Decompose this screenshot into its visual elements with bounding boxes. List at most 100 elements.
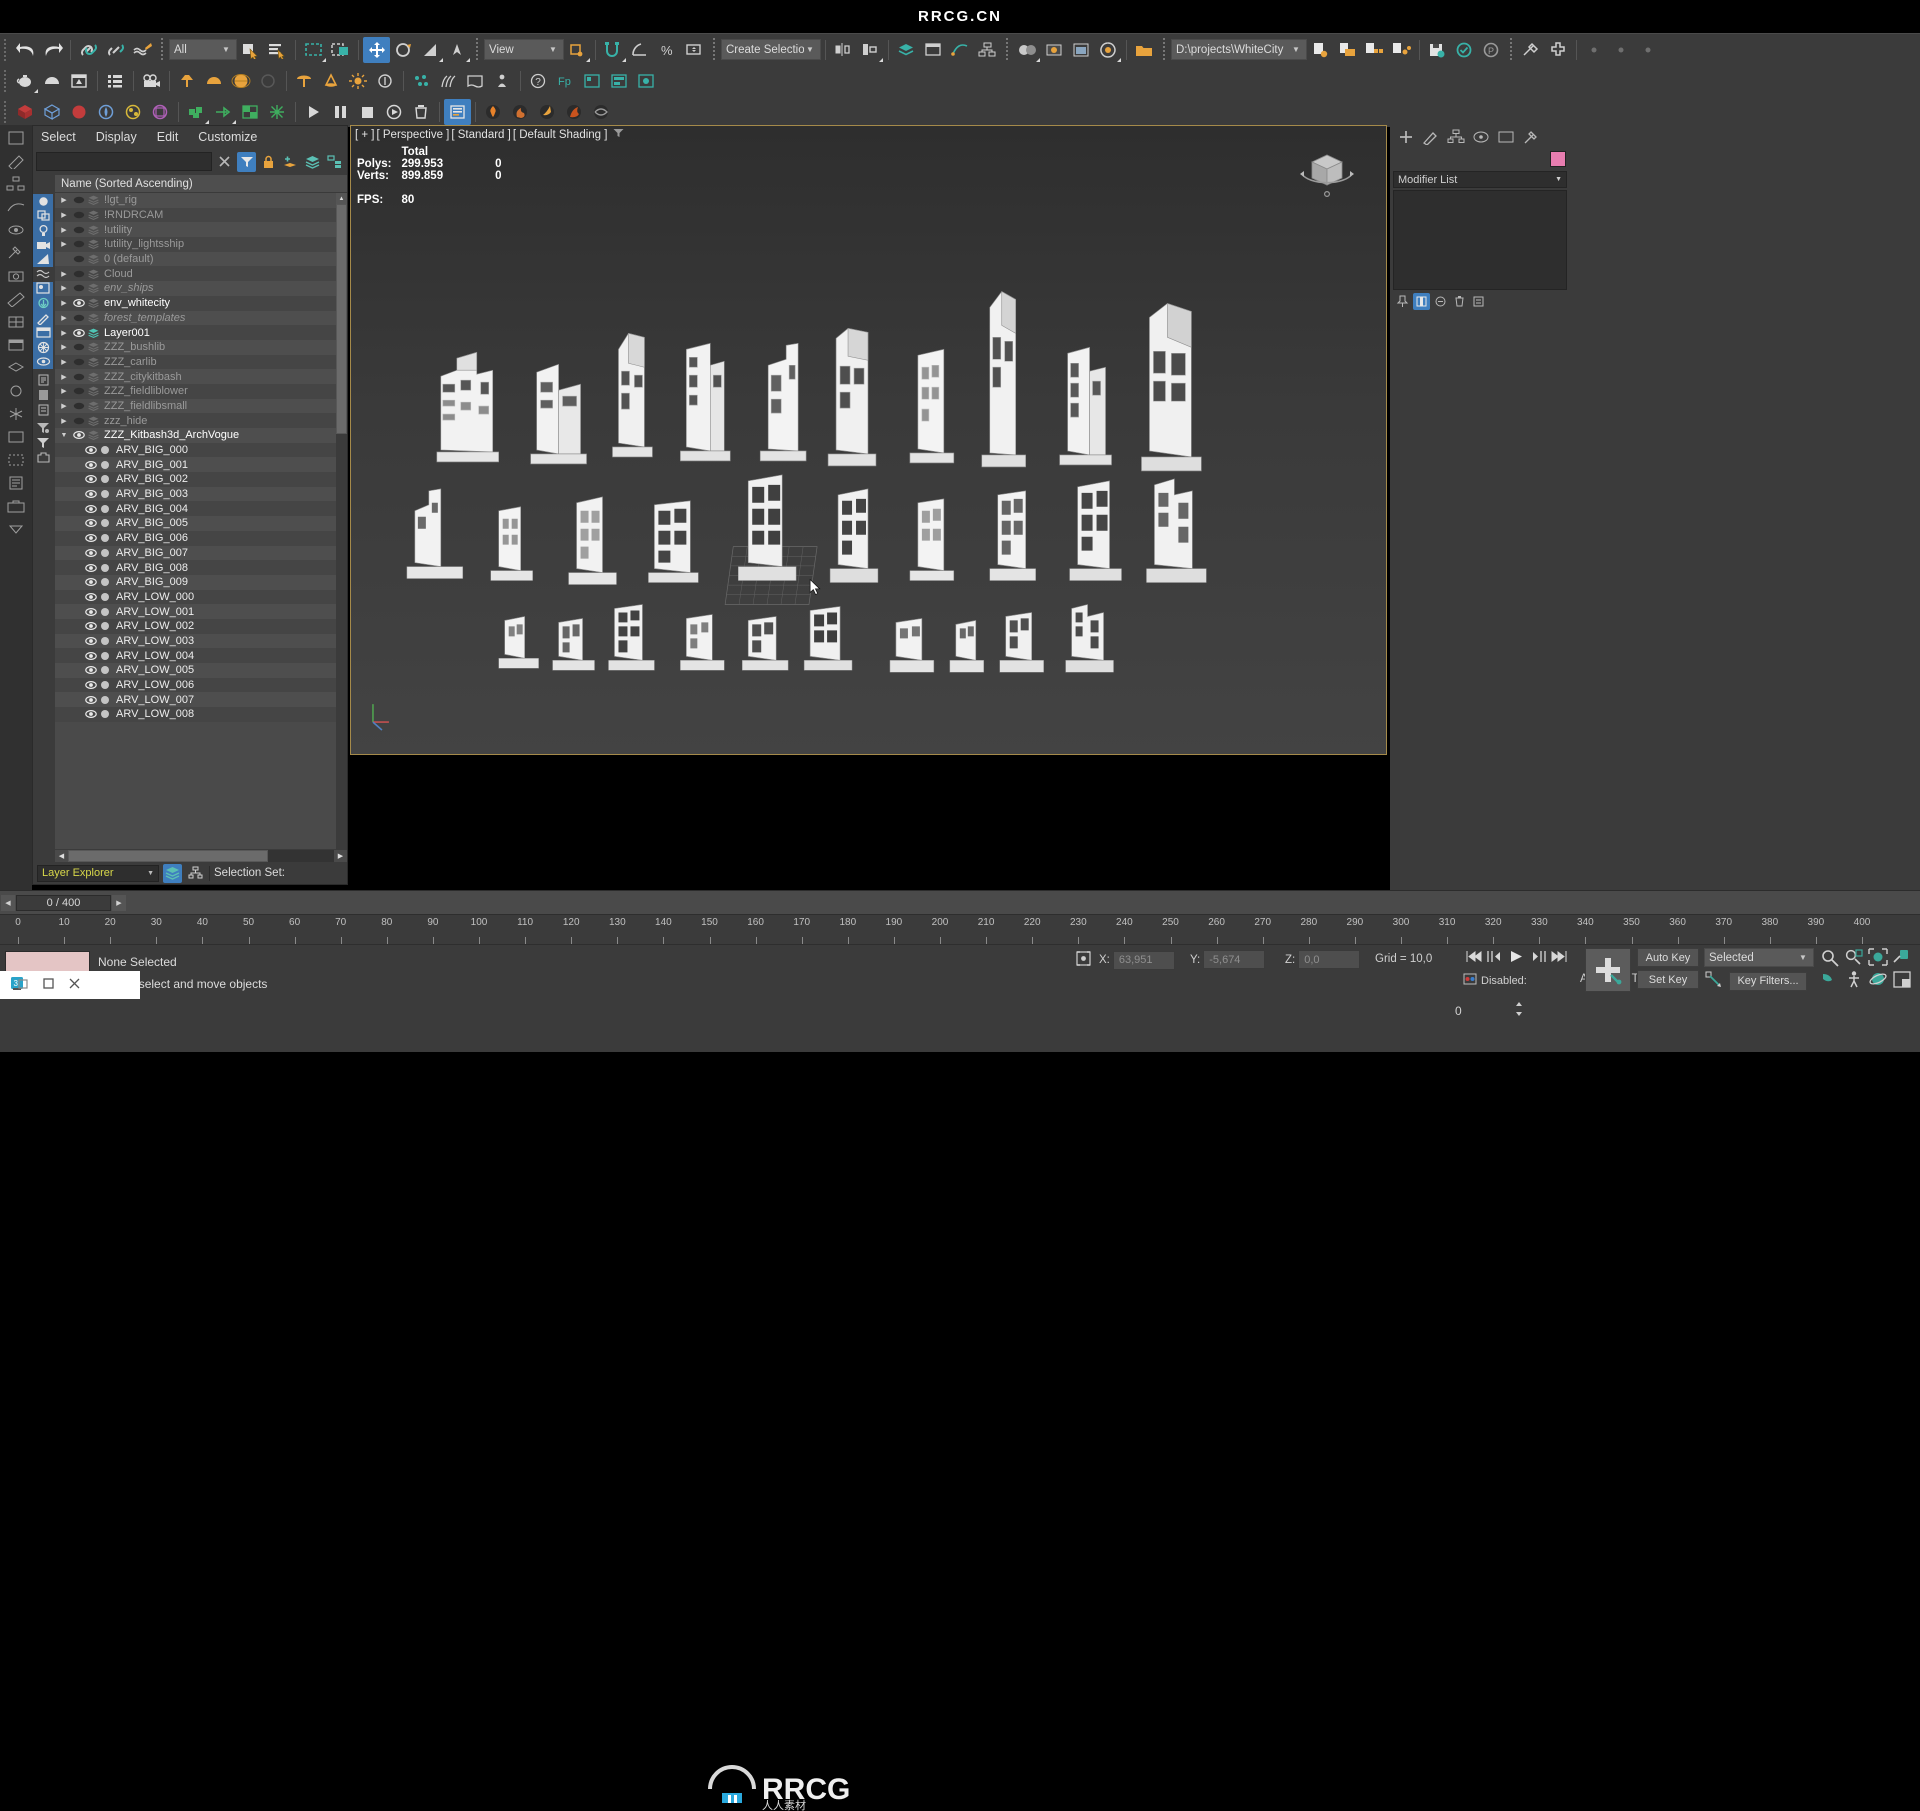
phoenix-smoke-icon[interactable] xyxy=(507,99,534,125)
layer-stack-icon[interactable] xyxy=(86,210,100,221)
visibility-toggle-icon[interactable] xyxy=(83,474,98,484)
layer-name[interactable]: ZZZ_citykitbash xyxy=(100,371,182,383)
maxscript-listener-icon[interactable] xyxy=(3,473,29,493)
timeline-prev-frame-icon[interactable]: ◀ xyxy=(1,894,15,911)
fp-helper-icon[interactable]: Fp xyxy=(552,68,579,94)
toolbar-grip[interactable] xyxy=(2,69,9,92)
stop-animation-icon[interactable] xyxy=(354,99,381,125)
customize-ui-icon[interactable] xyxy=(1518,37,1545,63)
visibility-toggle-icon[interactable] xyxy=(83,665,98,675)
layer-row[interactable]: ▶ !utility_lightsship xyxy=(55,237,347,252)
previous-frame-icon[interactable] xyxy=(1486,949,1503,967)
menu-select[interactable]: Select xyxy=(41,130,76,144)
visibility-toggle-icon[interactable] xyxy=(71,210,86,220)
object-row[interactable]: ARV_LOW_000 xyxy=(55,589,347,605)
isolate-icon[interactable] xyxy=(3,381,29,401)
selection-color-swatch[interactable] xyxy=(5,951,90,973)
expand-arrow-icon[interactable]: ▶ xyxy=(57,240,71,248)
remove-modifier-icon[interactable] xyxy=(1451,293,1468,310)
object-name[interactable]: ARV_BIG_008 xyxy=(112,562,188,574)
filter-particles-icon[interactable] xyxy=(33,325,53,340)
filter-visible-icon[interactable] xyxy=(33,354,53,370)
schematic-view-icon[interactable] xyxy=(974,37,1001,63)
object-type-icon[interactable] xyxy=(98,695,112,705)
viewport-label-shading[interactable]: [ Default Shading ] xyxy=(513,129,608,141)
visibility-toggle-icon[interactable] xyxy=(71,416,86,426)
angle-snap-icon[interactable] xyxy=(627,37,654,63)
layer-row[interactable]: ▶ ZZZ_bushlib xyxy=(55,339,347,355)
layer-name[interactable]: env_whitecity xyxy=(100,297,170,309)
layer-name[interactable]: zzz_hide xyxy=(100,415,147,427)
object-name[interactable]: ARV_BIG_003 xyxy=(112,488,188,500)
visibility-toggle-icon[interactable] xyxy=(83,709,98,719)
filter-xrefs-icon[interactable] xyxy=(33,310,53,326)
visibility-toggle-icon[interactable] xyxy=(83,577,98,587)
layer-stack-icon[interactable] xyxy=(86,386,100,397)
phoenix-simulator-icon[interactable] xyxy=(588,99,615,125)
layer-stack-icon[interactable] xyxy=(86,372,100,382)
filter-lights-icon[interactable] xyxy=(33,223,53,238)
show-end-result-icon[interactable] xyxy=(1413,292,1430,310)
layer-name[interactable]: !utility_lightsship xyxy=(100,238,184,250)
zoom-all-icon[interactable] xyxy=(1844,948,1864,970)
visibility-toggle-icon[interactable] xyxy=(71,386,86,396)
placeholder-dot-icon[interactable] xyxy=(1635,37,1662,63)
reset-simulation-icon[interactable] xyxy=(381,99,408,125)
utilities-panel-icon[interactable] xyxy=(3,243,29,263)
itoo-library-icon[interactable] xyxy=(633,68,660,94)
layer-stack-icon[interactable] xyxy=(86,298,100,309)
object-name[interactable]: ARV_BIG_009 xyxy=(112,576,188,588)
select-and-place-icon[interactable] xyxy=(444,37,471,63)
object-type-icon[interactable] xyxy=(98,518,112,528)
viewport-label-standard[interactable]: [ Standard ] xyxy=(451,129,510,141)
delete-simulation-icon[interactable] xyxy=(408,99,435,125)
pin-stack-icon[interactable] xyxy=(1394,293,1411,310)
open-project-folder-icon[interactable] xyxy=(1131,37,1158,63)
object-name[interactable]: ARV_BIG_001 xyxy=(112,459,188,471)
coord-y-field[interactable]: -5,674 xyxy=(1203,950,1266,969)
object-row[interactable]: ARV_LOW_007 xyxy=(55,692,347,708)
tab-utilities[interactable] xyxy=(1519,127,1543,148)
checker-plane-icon[interactable] xyxy=(237,99,264,125)
filter-space-warps-icon[interactable] xyxy=(33,267,53,282)
perspective-viewport[interactable]: [ + ] [ Perspective ] [ Standard ] [ Def… xyxy=(350,125,1387,755)
modifier-list-combo[interactable]: Modifier List ▼ xyxy=(1393,171,1567,188)
object-name[interactable]: ARV_LOW_000 xyxy=(112,591,194,603)
object-type-icon[interactable] xyxy=(98,548,112,558)
particle-array-icon[interactable] xyxy=(264,99,291,125)
light-lister-icon[interactable] xyxy=(372,68,399,94)
vray-fur-icon[interactable] xyxy=(93,99,120,125)
forest-pack-icon[interactable] xyxy=(579,68,606,94)
layer-stack-icon[interactable] xyxy=(303,152,322,172)
object-type-icon[interactable] xyxy=(98,445,112,455)
layer-hierarchy-icon[interactable] xyxy=(325,152,344,172)
expand-arrow-icon[interactable]: ▶ xyxy=(57,299,71,307)
layer-row[interactable]: 0 (default) xyxy=(55,251,347,267)
phoenix-liquid-icon[interactable] xyxy=(534,99,561,125)
object-name[interactable]: ARV_LOW_006 xyxy=(112,679,194,691)
timeline-frame-readout[interactable]: 0 / 400 xyxy=(16,894,111,911)
object-row[interactable]: ARV_BIG_005 xyxy=(55,516,347,531)
list-view-icon[interactable] xyxy=(33,402,53,417)
maximize-viewport-icon[interactable] xyxy=(1892,970,1912,992)
zoom-icon[interactable] xyxy=(1820,948,1840,970)
grid-icon[interactable] xyxy=(3,312,29,332)
vray-box-icon[interactable] xyxy=(12,99,39,125)
visibility-toggle-icon[interactable] xyxy=(71,313,86,323)
layer-stack-icon[interactable] xyxy=(86,239,100,250)
layer-name[interactable]: env_ships xyxy=(100,282,154,294)
spinner-arrows-icon[interactable] xyxy=(1514,1000,1524,1021)
render-setup-icon[interactable] xyxy=(1041,37,1068,63)
filter-bones-icon[interactable] xyxy=(33,281,53,297)
populate-icon[interactable] xyxy=(489,68,516,94)
visibility-toggle-icon[interactable] xyxy=(83,533,98,543)
hscroll-track[interactable] xyxy=(68,849,334,862)
bind-to-space-warp-icon[interactable] xyxy=(129,37,156,63)
select-and-link-icon[interactable] xyxy=(75,37,102,63)
object-type-icon[interactable] xyxy=(98,636,112,646)
frame-spinner-field[interactable]: 0 xyxy=(1455,1004,1511,1018)
layer-row[interactable]: ▶ !lgt_rig xyxy=(55,193,347,208)
railclone-icon[interactable] xyxy=(606,68,633,94)
timeline-track[interactable] xyxy=(127,891,1920,915)
vray-proxy-icon[interactable] xyxy=(120,99,147,125)
